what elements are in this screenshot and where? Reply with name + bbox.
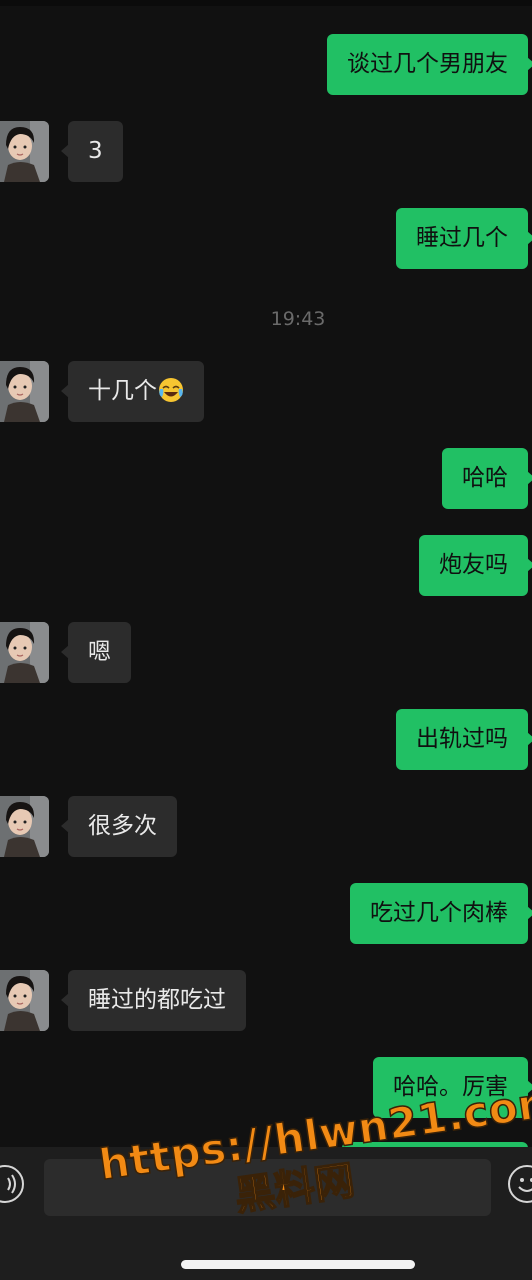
status-bar-edge [0, 0, 532, 6]
message-bubble-outgoing[interactable]: 吃过几个肉棒 [350, 883, 532, 944]
message-bubble-incoming[interactable]: 3 [61, 121, 123, 182]
home-indicator[interactable] [181, 1260, 415, 1269]
message-bubble-incoming[interactable]: 很多次 [61, 796, 177, 857]
message-bubble-outgoing[interactable]: 睡过几个 [396, 208, 532, 269]
message-input[interactable] [44, 1159, 491, 1216]
contact-avatar[interactable] [0, 796, 49, 857]
contact-avatar[interactable] [0, 970, 49, 1031]
voice-icon[interactable] [0, 1165, 24, 1203]
message-bubble-outgoing[interactable]: 谈过几个男朋友 [327, 34, 532, 95]
message-bubble-outgoing[interactable]: 哈哈 [442, 448, 532, 509]
message-bubble-outgoing[interactable]: 出轨过吗 [396, 709, 532, 770]
message-bubble-outgoing[interactable]: 炮友吗 [419, 535, 532, 596]
message-text: 十几个 [88, 378, 157, 404]
contact-avatar[interactable] [0, 622, 49, 683]
chat-area: 谈过几个男朋友 3 睡过几个 19:43 十几个 哈哈 炮友吗 嗯 出轨过吗 很… [0, 0, 532, 1152]
chat-timestamp: 19:43 [270, 308, 326, 330]
emoji-icon[interactable] [508, 1165, 532, 1203]
contact-avatar[interactable] [0, 361, 49, 422]
message-bubble-outgoing[interactable]: 哈哈。厉害 [373, 1057, 532, 1118]
laughing-crying-emoji-icon [158, 366, 184, 402]
contact-avatar[interactable] [0, 121, 49, 182]
message-bubble-incoming[interactable]: 十几个 [61, 361, 204, 422]
message-bubble-incoming[interactable]: 嗯 [61, 622, 131, 683]
message-bubble-incoming[interactable]: 睡过的都吃过 [61, 970, 246, 1031]
